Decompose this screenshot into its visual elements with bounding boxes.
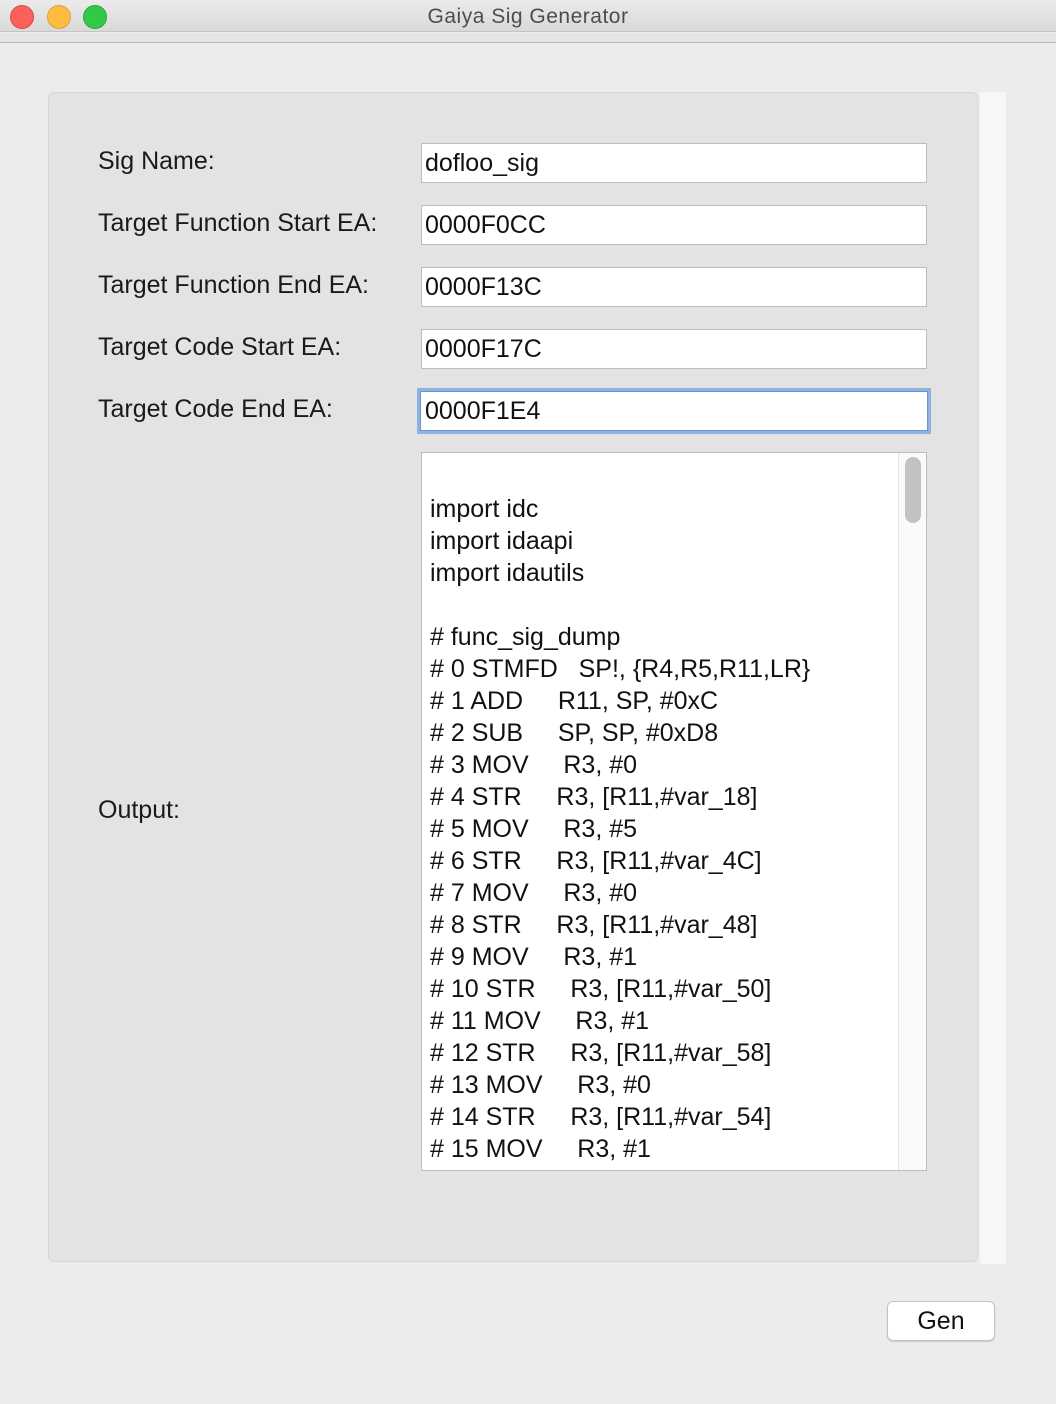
code-start-input[interactable]: [421, 329, 927, 369]
output-line: # 15 MOV R3, #1: [430, 1135, 651, 1163]
output-line: # 5 MOV R3, #5: [430, 815, 638, 843]
output-line: import idautils: [430, 559, 585, 587]
func-start-input[interactable]: [421, 205, 927, 245]
output-line: # 11 MOV R3, #1: [430, 1007, 650, 1035]
func-start-label: Target Function Start EA:: [98, 209, 378, 237]
output-line: # 1 ADD R11, SP, #0xC: [430, 687, 719, 715]
output-line: import idc: [430, 495, 539, 523]
output-line: # 10 STR R3, [R11,#var_50]: [430, 975, 772, 1003]
code-end-input[interactable]: [417, 388, 931, 434]
output-line: # 12 STR R3, [R11,#var_58]: [430, 1039, 772, 1067]
output-line: # 14 STR R3, [R11,#var_54]: [430, 1103, 772, 1131]
output-scrollbar[interactable]: [898, 453, 926, 1170]
toolbar-strip: [0, 33, 1056, 43]
code-start-label: Target Code Start EA:: [98, 333, 342, 361]
output-line: # 0 STMFD SP!, {R4,R5,R11,LR}: [430, 655, 811, 683]
code-end-label: Target Code End EA:: [98, 395, 333, 423]
output-line: # 13 MOV R3, #0: [430, 1071, 651, 1099]
output-line: # 4 STR R3, [R11,#var_18]: [430, 783, 758, 811]
title-bar: Gaiya Sig Generator: [0, 0, 1056, 32]
output-line: # 7 MOV R3, #0: [430, 879, 638, 907]
output-text: import idc import idaapi import idautils #…: [430, 493, 900, 1165]
output-line: # 6 STR R3, [R11,#var_4C]: [430, 847, 762, 875]
sig-name-input[interactable]: [421, 143, 927, 183]
func-end-input[interactable]: [421, 267, 927, 307]
output-textarea[interactable]: import idc import idaapi import idautils #…: [421, 452, 927, 1171]
gen-button[interactable]: Gen: [887, 1301, 995, 1341]
output-line: # 3 MOV R3, #0: [430, 751, 638, 779]
output-line: import idaapi: [430, 527, 574, 555]
output-line: # func_sig_dump: [430, 623, 621, 651]
output-scrollbar-thumb[interactable]: [905, 457, 921, 523]
output-line: # 9 MOV R3, #1: [430, 943, 638, 971]
panel-side-strip: [980, 92, 1006, 1264]
output-line: # 8 STR R3, [R11,#var_48]: [430, 911, 758, 939]
func-end-label: Target Function End EA:: [98, 271, 369, 299]
window-title: Gaiya Sig Generator: [427, 5, 629, 28]
output-line: # 2 SUB SP, SP, #0xD8: [430, 719, 719, 747]
output-label: Output:: [98, 796, 180, 824]
sig-name-label: Sig Name:: [98, 147, 215, 175]
